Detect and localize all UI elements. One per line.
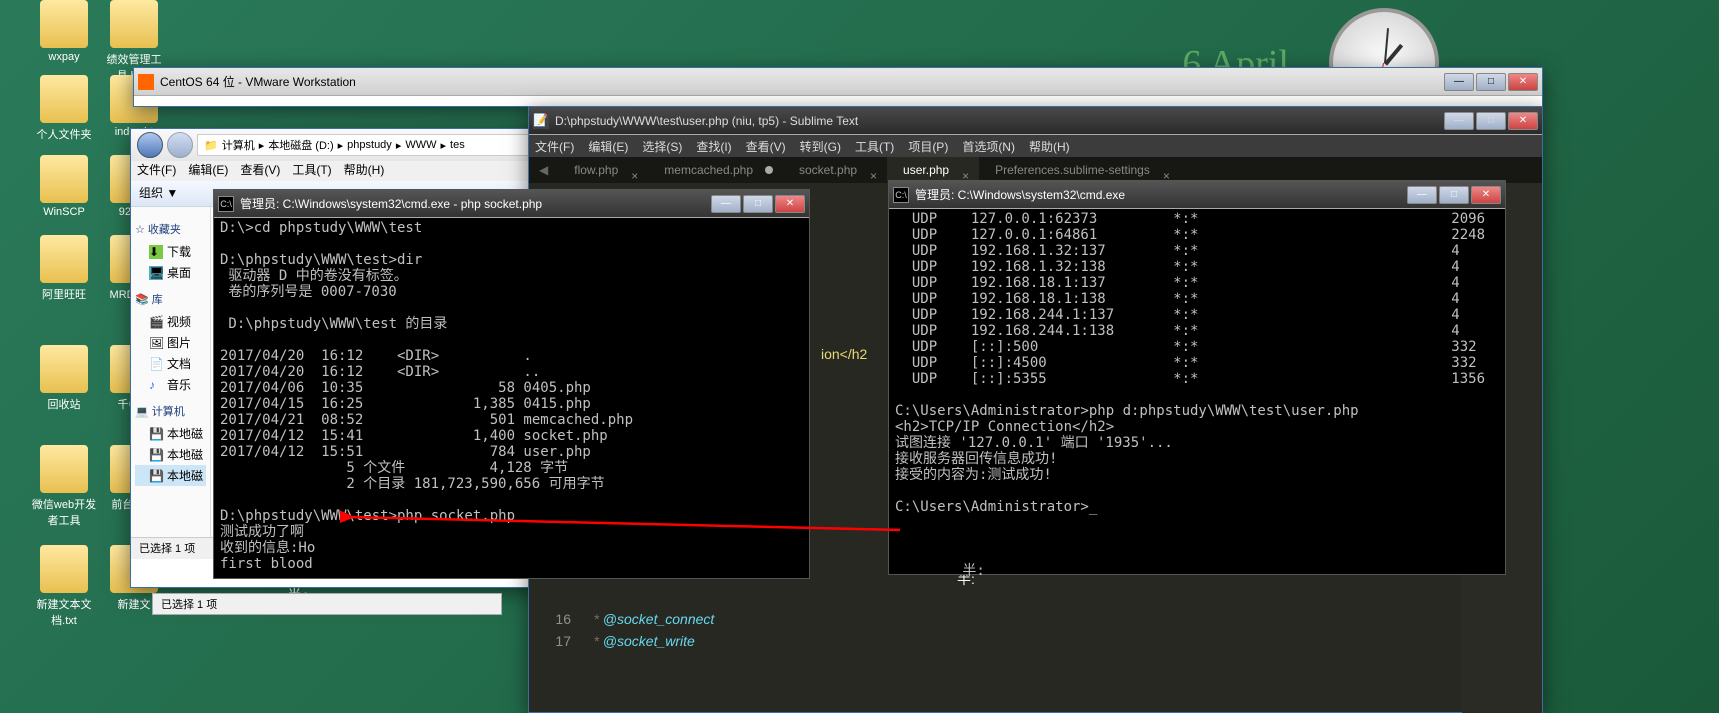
crumb[interactable]: 计算机 bbox=[222, 137, 255, 153]
crumb[interactable]: phpstudy bbox=[347, 139, 392, 151]
menu-project[interactable]: 项目(P) bbox=[908, 138, 948, 155]
file-icon bbox=[40, 445, 88, 493]
menu-view[interactable]: 查看(V) bbox=[746, 138, 786, 155]
file-icon bbox=[40, 75, 88, 123]
sidebar-item-docs[interactable]: 📄文档 bbox=[135, 353, 206, 374]
sublime-menubar: 文件(F) 编辑(E) 选择(S) 查找(I) 查看(V) 转到(G) 工具(T… bbox=[529, 135, 1542, 157]
tab-flow[interactable]: flow.php× bbox=[558, 157, 648, 183]
icon-label: 新建文本文档.txt bbox=[28, 596, 100, 628]
sidebar-item-music[interactable]: ♪音乐 bbox=[135, 374, 206, 395]
close-button[interactable]: ✕ bbox=[775, 195, 805, 213]
sidebar-item-disk[interactable]: 💾本地磁 bbox=[135, 423, 206, 444]
desktop-icon[interactable]: 新建文本文档.txt bbox=[28, 545, 100, 628]
crumb[interactable]: 本地磁盘 (D:) bbox=[268, 137, 333, 153]
cmd-icon: C:\ bbox=[893, 187, 909, 203]
vmware-window[interactable]: CentOS 64 位 - VMware Workstation — □ ✕ bbox=[133, 67, 1543, 107]
forward-button[interactable] bbox=[167, 132, 193, 158]
folder-icon: 📁 bbox=[204, 139, 218, 152]
tab-memcached[interactable]: memcached.php bbox=[648, 157, 783, 183]
cmd2-titlebar[interactable]: C:\ 管理员: C:\Windows\system32\cmd.exe — □… bbox=[889, 181, 1505, 209]
menu-prefs[interactable]: 首选项(N) bbox=[962, 138, 1015, 155]
desktop-icon[interactable]: wxpay bbox=[28, 0, 100, 63]
close-button[interactable]: ✕ bbox=[1471, 186, 1501, 204]
menu-tools[interactable]: 工具(T) bbox=[292, 161, 331, 181]
file-icon bbox=[40, 0, 88, 48]
sidebar-favorites[interactable]: ☆收藏夹 bbox=[135, 221, 206, 237]
vmware-titlebar[interactable]: CentOS 64 位 - VMware Workstation — □ ✕ bbox=[134, 68, 1542, 96]
sidebar-item-downloads[interactable]: ⬇下载 bbox=[135, 241, 206, 262]
file-icon bbox=[110, 0, 158, 48]
cmd1-output[interactable]: D:\>cd phpstudy\WWW\test D:\phpstudy\WWW… bbox=[214, 218, 809, 606]
code-line-17: 17 * @socket_write bbox=[533, 625, 703, 658]
menu-tools[interactable]: 工具(T) bbox=[855, 138, 894, 155]
menu-view[interactable]: 查看(V) bbox=[240, 161, 280, 181]
sidebar-item-video[interactable]: 🎬视频 bbox=[135, 311, 206, 332]
cmd-window-socket[interactable]: C:\ 管理员: C:\Windows\system32\cmd.exe - p… bbox=[213, 189, 810, 579]
sidebar-item-disk[interactable]: 💾本地磁 bbox=[135, 444, 206, 465]
back-button[interactable] bbox=[137, 132, 163, 158]
icon-label: 个人文件夹 bbox=[28, 126, 100, 142]
explorer-statusbar-2: 已选择 1 项 bbox=[152, 593, 502, 615]
sublime-title: D:\phpstudy\WWW\test\user.php (niu, tp5)… bbox=[555, 114, 1442, 128]
menu-edit[interactable]: 编辑(E) bbox=[588, 138, 628, 155]
sublime-titlebar[interactable]: 📝 D:\phpstudy\WWW\test\user.php (niu, tp… bbox=[529, 107, 1542, 135]
close-button[interactable]: ✕ bbox=[1508, 112, 1538, 130]
icon-label: 阿里旺旺 bbox=[28, 286, 100, 302]
sidebar-library[interactable]: 📚库 bbox=[135, 291, 206, 307]
icon-label: 回收站 bbox=[28, 396, 100, 412]
desktop-icon[interactable]: 微信web开发者工具 bbox=[28, 445, 100, 528]
sublime-icon: 📝 bbox=[533, 113, 549, 129]
menu-help[interactable]: 帮助(H) bbox=[344, 161, 385, 181]
cmd2-output[interactable]: UDP 127.0.0.1:62373 *:* 2096 UDP 127.0.0… bbox=[889, 209, 1505, 581]
sidebar-computer[interactable]: 💻计算机 bbox=[135, 403, 206, 419]
maximize-button[interactable]: □ bbox=[1476, 73, 1506, 91]
maximize-button[interactable]: □ bbox=[1476, 112, 1506, 130]
explorer-sidebar: ☆收藏夹 ⬇下载 🖥桌面 📚库 🎬视频 🖼图片 📄文档 ♪音乐 💻计算机 💾本地… bbox=[131, 207, 211, 537]
icon-label: wxpay bbox=[28, 51, 100, 63]
menu-goto[interactable]: 转到(G) bbox=[800, 138, 841, 155]
sidebar-item-pictures[interactable]: 🖼图片 bbox=[135, 332, 206, 353]
tab-socket[interactable]: socket.php× bbox=[783, 157, 887, 183]
menu-file[interactable]: 文件(F) bbox=[535, 138, 574, 155]
menu-find[interactable]: 查找(I) bbox=[696, 138, 731, 155]
cmd1-title: 管理员: C:\Windows\system32\cmd.exe - php s… bbox=[240, 195, 709, 212]
sidebar-item-disk[interactable]: 💾本地磁 bbox=[135, 465, 206, 486]
file-icon bbox=[40, 235, 88, 283]
desktop-icon[interactable]: 阿里旺旺 bbox=[28, 235, 100, 302]
tab-nav-left-icon[interactable]: ◀ bbox=[529, 163, 558, 177]
minimize-button[interactable]: — bbox=[1407, 186, 1437, 204]
menu-edit[interactable]: 编辑(E) bbox=[188, 161, 228, 181]
file-icon bbox=[40, 345, 88, 393]
minimize-button[interactable]: — bbox=[711, 195, 741, 213]
sidebar-item-desktop[interactable]: 🖥桌面 bbox=[135, 262, 206, 283]
crumb[interactable]: WWW bbox=[405, 139, 436, 151]
minimize-button[interactable]: — bbox=[1444, 112, 1474, 130]
cmd-window-user[interactable]: C:\ 管理员: C:\Windows\system32\cmd.exe — □… bbox=[888, 180, 1506, 575]
close-button[interactable]: ✕ bbox=[1508, 73, 1538, 91]
icon-label: WinSCP bbox=[28, 206, 100, 218]
vmware-title: CentOS 64 位 - VMware Workstation bbox=[160, 73, 1442, 90]
file-icon bbox=[40, 545, 88, 593]
cmd1-titlebar[interactable]: C:\ 管理员: C:\Windows\system32\cmd.exe - p… bbox=[214, 190, 809, 218]
menu-select[interactable]: 选择(S) bbox=[642, 138, 682, 155]
maximize-button[interactable]: □ bbox=[1439, 186, 1469, 204]
cmd2-title: 管理员: C:\Windows\system32\cmd.exe bbox=[915, 186, 1405, 203]
menu-help[interactable]: 帮助(H) bbox=[1029, 138, 1070, 155]
vmware-icon bbox=[138, 74, 154, 90]
cmd-icon: C:\ bbox=[218, 196, 234, 212]
dirty-icon bbox=[765, 166, 773, 174]
maximize-button[interactable]: □ bbox=[743, 195, 773, 213]
desktop-icon[interactable]: WinSCP bbox=[28, 155, 100, 218]
desktop-icon[interactable]: 个人文件夹 bbox=[28, 75, 100, 142]
code-fragment: ion</h2 bbox=[813, 338, 875, 371]
icon-label: 微信web开发者工具 bbox=[28, 496, 100, 528]
file-icon bbox=[40, 155, 88, 203]
crumb[interactable]: tes bbox=[450, 139, 465, 151]
menu-file[interactable]: 文件(F) bbox=[137, 161, 176, 181]
desktop-icon[interactable]: 回收站 bbox=[28, 345, 100, 412]
minimize-button[interactable]: — bbox=[1444, 73, 1474, 91]
